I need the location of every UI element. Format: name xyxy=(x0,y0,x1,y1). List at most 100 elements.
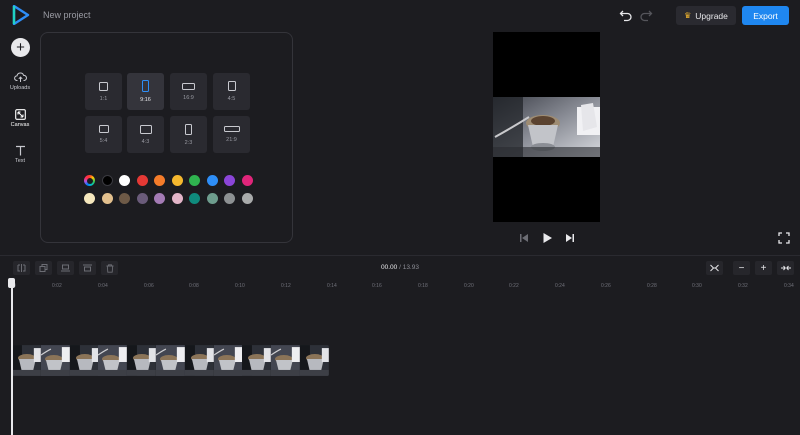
align-top-button[interactable] xyxy=(79,261,96,275)
project-name[interactable]: New project xyxy=(43,10,91,20)
playhead-line[interactable] xyxy=(11,283,13,435)
ratio-label: 2:3 xyxy=(184,139,193,146)
delete-icon xyxy=(106,263,113,273)
ratio-1-1-button[interactable]: 1:1 xyxy=(85,73,122,110)
clip-thumbnail xyxy=(69,345,99,376)
redo-icon[interactable] xyxy=(639,8,653,22)
sidebar-item-canvas[interactable]: Canvas xyxy=(0,109,40,139)
ratio-label: 21:9 xyxy=(226,137,237,143)
color-swatch[interactable] xyxy=(241,175,253,186)
color-swatch[interactable] xyxy=(119,193,130,204)
ratio-shape xyxy=(98,125,109,133)
timeline-track-area[interactable] xyxy=(0,293,800,435)
color-swatch[interactable] xyxy=(206,175,218,186)
clip-thumbnail xyxy=(98,345,128,376)
color-swatch[interactable] xyxy=(154,175,165,186)
color-swatch[interactable] xyxy=(101,175,113,186)
sidebar-item-uploads[interactable]: Uploads xyxy=(0,71,40,101)
ratio-shape xyxy=(185,123,192,135)
upgrade-button[interactable]: ♛ Upgrade xyxy=(676,6,736,25)
skip-forward-icon[interactable] xyxy=(563,231,577,245)
color-swatch[interactable] xyxy=(189,175,200,186)
canvas-settings-panel: 1:1 9:16 16:9 4:5 5:4 4:3 2:3 21:9 xyxy=(40,32,293,243)
ratio-9-16-button[interactable]: 9:16 xyxy=(127,73,164,110)
ruler-label: 0:08 xyxy=(189,283,199,289)
current-time: 00.00 xyxy=(381,264,398,271)
align-bottom-icon xyxy=(61,264,70,272)
fullscreen-icon[interactable] xyxy=(778,232,790,244)
ratio-label: 16:9 xyxy=(183,94,194,101)
zoom-out-button[interactable]: − xyxy=(733,261,750,275)
color-swatch[interactable] xyxy=(136,193,148,204)
add-media-button[interactable]: + xyxy=(11,38,30,57)
fit-timeline-button[interactable] xyxy=(706,261,723,275)
color-swatch[interactable] xyxy=(136,175,148,186)
clip-thumbnail xyxy=(127,345,156,376)
ratio-4-3-button[interactable]: 4:3 xyxy=(127,116,164,153)
clip-thumbnail xyxy=(12,345,41,376)
export-button[interactable]: Export xyxy=(742,6,789,25)
play-icon[interactable] xyxy=(540,231,554,245)
color-swatch[interactable] xyxy=(154,193,165,204)
color-swatch[interactable] xyxy=(224,175,235,186)
color-swatch[interactable] xyxy=(101,193,113,204)
undo-icon[interactable] xyxy=(619,8,633,22)
sidebar-item-text[interactable]: Text xyxy=(0,145,40,175)
ratio-16-9-button[interactable]: 16:9 xyxy=(170,73,207,110)
timeline-ruler[interactable]: 0 0:02 0:04 0:06 0:08 0:10 0:12 0:14 0:1… xyxy=(0,279,800,293)
video-clip[interactable] xyxy=(12,345,329,376)
expand-icon xyxy=(780,265,791,271)
split-icon xyxy=(17,264,26,272)
ratio-4-5-button[interactable]: 4:5 xyxy=(213,73,250,110)
playhead-handle[interactable] xyxy=(8,278,15,288)
ruler-label: 0:34 xyxy=(784,283,794,289)
color-swatch[interactable] xyxy=(241,193,253,204)
ruler-label: 0:14 xyxy=(327,283,337,289)
skip-back-icon[interactable] xyxy=(517,231,531,245)
ratio-21-9-button[interactable]: 21:9 xyxy=(213,116,250,153)
color-swatch[interactable] xyxy=(171,175,183,186)
zoom-in-button[interactable]: + xyxy=(755,261,772,275)
clip-thumbnail xyxy=(155,345,185,376)
expand-timeline-button[interactable] xyxy=(777,261,794,275)
color-swatch[interactable] xyxy=(224,193,235,204)
duplicate-icon xyxy=(39,264,48,272)
ratio-5-4-button[interactable]: 5:4 xyxy=(85,116,122,153)
custom-color-picker[interactable] xyxy=(84,175,95,186)
ruler-label: 0:30 xyxy=(692,283,702,289)
video-preview[interactable] xyxy=(493,32,600,222)
align-bottom-button[interactable] xyxy=(57,261,74,275)
text-icon xyxy=(15,145,25,156)
align-top-icon xyxy=(83,264,92,272)
ruler-label: 0:22 xyxy=(509,283,519,289)
ruler-label: 0:02 xyxy=(52,283,62,289)
logo-icon[interactable] xyxy=(12,5,30,25)
color-swatch[interactable] xyxy=(84,193,95,204)
ruler-label: 0:26 xyxy=(601,283,611,289)
ratio-shape xyxy=(142,80,149,92)
ratio-label: 4:5 xyxy=(227,96,236,102)
top-bar: New project ♛ Upgrade Export xyxy=(0,0,800,30)
clip-thumbnail xyxy=(213,345,243,376)
ratio-shape xyxy=(223,126,240,132)
clip-thumbnail xyxy=(242,345,272,376)
ruler-label: 0:28 xyxy=(647,283,657,289)
ruler-label: 0:20 xyxy=(464,283,474,289)
split-button[interactable] xyxy=(13,261,30,275)
sidebar-item-label: Canvas xyxy=(10,122,30,128)
color-swatch[interactable] xyxy=(206,193,218,204)
ratio-2-3-button[interactable]: 2:3 xyxy=(170,116,207,153)
duplicate-button[interactable] xyxy=(35,261,52,275)
color-swatch[interactable] xyxy=(171,193,183,204)
delete-button[interactable] xyxy=(101,261,118,275)
ruler-label: 0:24 xyxy=(555,283,565,289)
ruler-label: 0:10 xyxy=(235,283,245,289)
ruler-label: 0:32 xyxy=(738,283,748,289)
left-sidebar: + Uploads Canvas Text xyxy=(0,30,40,255)
color-swatch[interactable] xyxy=(189,193,200,204)
color-swatch[interactable] xyxy=(119,175,130,186)
video-frame-image xyxy=(493,97,600,157)
sidebar-item-label: Text xyxy=(14,158,26,164)
clip-thumbnail xyxy=(299,345,329,376)
ratio-label: 1:1 xyxy=(99,95,108,102)
